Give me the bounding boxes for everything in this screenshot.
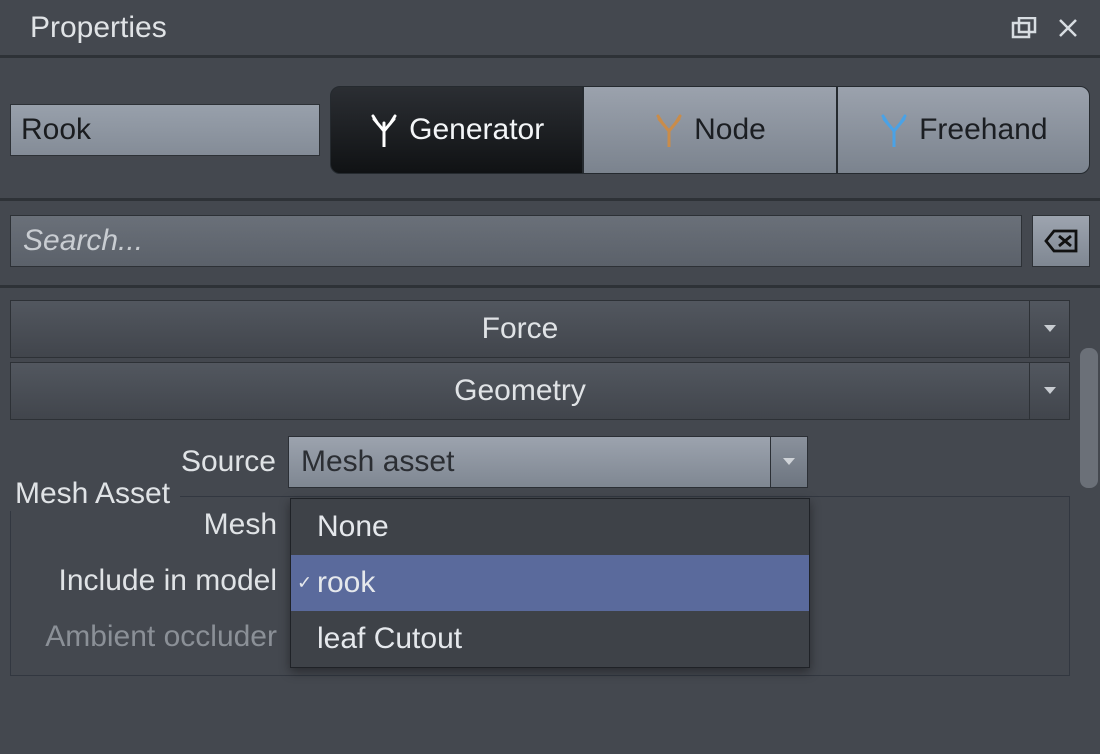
clear-search-button[interactable] [1032,215,1090,267]
chevron-down-icon[interactable] [1029,301,1069,357]
include-label: Include in model [11,564,289,598]
mode-tab-group: Generator Node Freehand [330,86,1090,174]
source-label: Source [10,445,288,479]
tree-icon [879,111,909,149]
section-geometry[interactable]: Geometry [10,362,1070,420]
scrollbar[interactable] [1070,288,1100,754]
section-force[interactable]: Force [10,300,1070,358]
titlebar: Properties [0,0,1100,58]
tab-node[interactable]: Node [583,86,836,174]
scrollbar-thumb[interactable] [1080,348,1098,488]
header-strip: Generator Node Freehand [0,58,1100,201]
mesh-label: Mesh [11,508,289,542]
undock-icon[interactable] [1010,14,1038,42]
group-mesh-asset-legend: Mesh Asset [5,477,180,511]
properties-list: Force Geometry Source Mesh asset Mesh [0,288,1070,754]
section-geometry-label: Geometry [11,374,1029,408]
source-value: Mesh asset [301,445,454,479]
tab-generator-label: Generator [409,113,544,147]
tree-icon [654,111,684,149]
tab-generator[interactable]: Generator [330,86,583,174]
chevron-down-icon[interactable] [770,436,808,488]
chevron-down-icon[interactable] [1029,363,1069,419]
search-row [0,201,1100,288]
properties-body: Force Geometry Source Mesh asset Mesh [0,288,1100,754]
dropdown-option-none[interactable]: None [291,499,809,555]
source-combobox[interactable]: Mesh asset [288,436,808,488]
tree-icon [369,111,399,149]
close-icon[interactable] [1054,14,1082,42]
object-name-input[interactable] [10,104,320,156]
tab-freehand-label: Freehand [919,113,1047,147]
tab-node-label: Node [694,113,766,147]
search-input[interactable] [10,215,1022,267]
dropdown-option-leaf-cutout[interactable]: leaf Cutout [291,611,809,667]
tab-freehand[interactable]: Freehand [837,86,1090,174]
section-force-label: Force [11,312,1029,346]
panel-title: Properties [30,11,994,45]
ambient-label: Ambient occluder [11,620,289,654]
mesh-dropdown-popup: None rook leaf Cutout [290,498,810,668]
dropdown-option-rook[interactable]: rook [291,555,809,611]
